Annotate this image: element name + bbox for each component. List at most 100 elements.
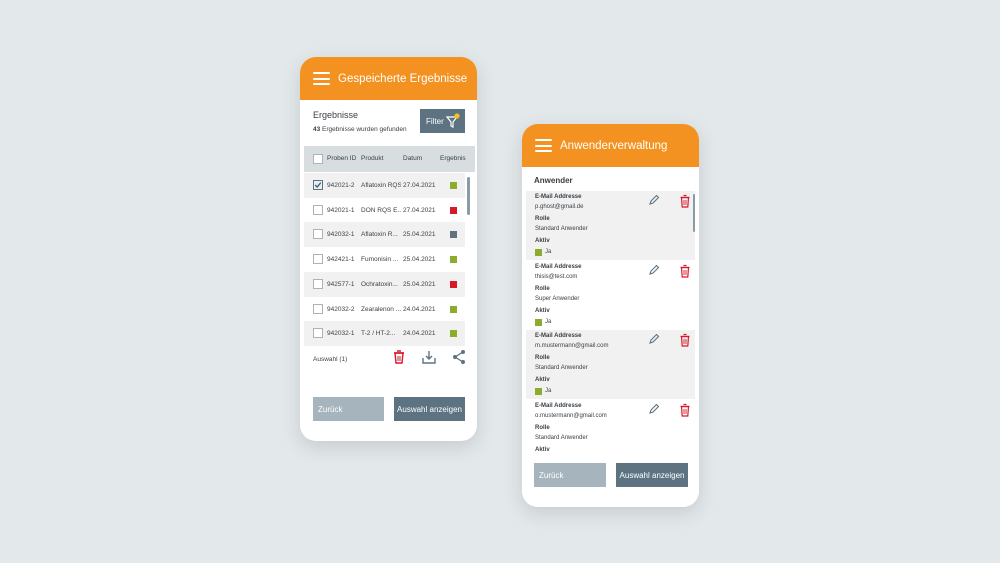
cell-produkt: Aflatoxin RQS ECO — [361, 182, 401, 189]
app-bar: Gespeicherte Ergebnisse — [300, 57, 477, 100]
active-label: Aktiv — [535, 377, 550, 383]
trash-icon[interactable] — [391, 349, 407, 365]
download-icon[interactable] — [421, 349, 437, 365]
role-value: Standard Anwender — [535, 434, 588, 441]
active-label: Aktiv — [535, 446, 550, 453]
edit-icon[interactable] — [648, 264, 660, 276]
result-status-indicator — [450, 305, 457, 313]
show-selection-button[interactable]: Auswahl anzeigen — [394, 397, 465, 421]
email-value: p.ghost@gmail.de — [535, 204, 584, 210]
section-title: Ergebnisse — [313, 110, 359, 120]
result-status-indicator — [450, 231, 457, 239]
cell-produkt: Zearalenon ... — [361, 305, 401, 313]
user-card: E-Mail Addresse p.ghost@gmail.de Rolle Stan… — [526, 191, 695, 260]
scrollbar[interactable] — [693, 194, 695, 232]
show-selection-button[interactable]: Auswahl anzeigen — [616, 463, 688, 487]
edit-icon[interactable] — [648, 403, 660, 415]
edit-icon[interactable] — [648, 194, 660, 206]
screen-title: Gespeicherte Ergebnisse — [338, 72, 468, 85]
saved-results-screen: Gespeicherte Ergebnisse Ergebnisse 43 Er… — [300, 57, 477, 441]
results-header: Ergebnisse 43 Ergebnisse wurden gefunden… — [300, 100, 477, 145]
active-label: Aktiv — [535, 307, 550, 314]
active-value: Ja — [545, 318, 552, 325]
cell-proben-id: 942032-1 — [327, 231, 355, 239]
role-label: Rolle — [535, 216, 550, 222]
row-checkbox[interactable] — [313, 278, 323, 289]
trash-icon[interactable] — [679, 264, 691, 278]
row-checkbox[interactable] — [313, 229, 323, 240]
table-row[interactable]: 942032-1 T-2 / HT-2... 24.04.2021 — [304, 321, 465, 347]
result-status-indicator — [450, 280, 457, 288]
trash-icon[interactable] — [679, 403, 691, 417]
user-card: E-Mail Addresse o.mustermann@gmail.com Rol… — [526, 400, 695, 454]
share-icon[interactable] — [451, 349, 467, 365]
menu-icon[interactable] — [535, 139, 552, 152]
trash-icon[interactable] — [679, 333, 691, 347]
section-title: Anwender — [534, 176, 573, 185]
col-ergebnis: Ergebnis — [440, 155, 466, 162]
row-checkbox[interactable] — [313, 204, 323, 215]
footer: Zurück Auswahl anzeigen — [522, 453, 699, 507]
trash-icon[interactable] — [679, 194, 691, 208]
role-value: Standard Anwender — [535, 365, 588, 371]
col-produkt: Produkt — [361, 155, 384, 162]
cell-proben-id: 942421-1 — [327, 256, 355, 264]
cell-proben-id: 942021-2 — [327, 182, 355, 189]
cell-proben-id: 942021-1 — [327, 206, 355, 214]
email-label: E-Mail Addresse — [535, 263, 582, 270]
role-value: Super Anwender — [535, 295, 580, 302]
select-all-checkbox[interactable] — [313, 154, 323, 164]
results-count: 43 Ergebnisse wurden gefunden — [313, 126, 407, 133]
table-row[interactable]: 942021-2 Aflatoxin RQS ECO27.04.2021 — [304, 173, 465, 198]
table-row[interactable]: 942032-1 Aflatoxin R... 25.04.2021 — [304, 222, 465, 248]
cell-proben-id: 942032-2 — [327, 305, 355, 313]
table-row[interactable]: 942577-1 Ochratoxin... 25.04.2021 — [304, 271, 465, 297]
cell-produkt: Aflatoxin R... — [361, 231, 398, 239]
table-row[interactable]: 942032-2 Zearalenon ... 24.04.2021 — [304, 297, 465, 322]
email-label: E-Mail Addresse — [535, 402, 582, 409]
col-proben-id: Proben ID — [327, 155, 357, 162]
cell-datum: 27.04.2021 — [403, 206, 436, 214]
cell-produkt: DON RQS E... — [361, 206, 401, 214]
email-value: thisis@test.com — [535, 273, 578, 280]
filter-button[interactable]: Filter — [420, 109, 465, 133]
row-checkbox[interactable] — [313, 254, 323, 265]
active-value: Ja — [545, 249, 552, 255]
app-bar: Anwenderverwaltung — [522, 124, 699, 167]
screen-title: Anwenderverwaltung — [560, 139, 668, 152]
row-checkbox[interactable] — [313, 180, 323, 190]
cell-datum: 24.04.2021 — [403, 330, 436, 338]
scrollbar[interactable] — [467, 177, 470, 215]
table-row[interactable]: 942021-1 DON RQS E... 27.04.2021 — [304, 198, 465, 223]
result-status-indicator — [450, 330, 457, 338]
row-checkbox[interactable] — [313, 328, 323, 339]
result-status-indicator — [450, 182, 457, 189]
cell-produkt: Fumonisin ... — [361, 256, 399, 264]
table-row[interactable]: 942421-1 Fumonisin ... 25.04.2021 — [304, 247, 465, 272]
row-checkbox[interactable] — [313, 303, 323, 314]
edit-icon[interactable] — [648, 333, 660, 345]
cell-datum: 25.04.2021 — [403, 280, 436, 288]
cell-produkt: T-2 / HT-2... — [361, 330, 396, 338]
email-value: o.mustermann@gmail.com — [535, 412, 607, 419]
role-label: Rolle — [535, 424, 550, 431]
email-label: E-Mail Addresse — [535, 333, 582, 339]
result-status-indicator — [450, 206, 457, 214]
back-button[interactable]: Zurück — [313, 397, 384, 421]
user-list: E-Mail Addresse p.ghost@gmail.de Rolle Stan… — [522, 191, 699, 453]
filter-icon — [446, 113, 460, 128]
back-button[interactable]: Zurück — [534, 463, 606, 487]
selection-label: Auswahl (1) — [313, 356, 348, 363]
cell-datum: 25.04.2021 — [403, 231, 436, 239]
user-card: E-Mail Addresse thisis@test.com Rolle Super… — [526, 261, 695, 330]
user-admin-screen: Anwenderverwaltung Anwender E-Mail Addre… — [522, 124, 699, 507]
cell-proben-id: 942577-1 — [327, 280, 355, 288]
check-icon — [314, 182, 322, 188]
active-value: Ja — [545, 388, 552, 394]
menu-icon[interactable] — [313, 72, 330, 85]
col-datum: Datum — [403, 155, 423, 162]
cell-datum: 24.04.2021 — [403, 305, 436, 313]
active-label: Aktiv — [535, 238, 550, 244]
role-label: Rolle — [535, 285, 550, 292]
result-status-indicator — [450, 256, 457, 264]
